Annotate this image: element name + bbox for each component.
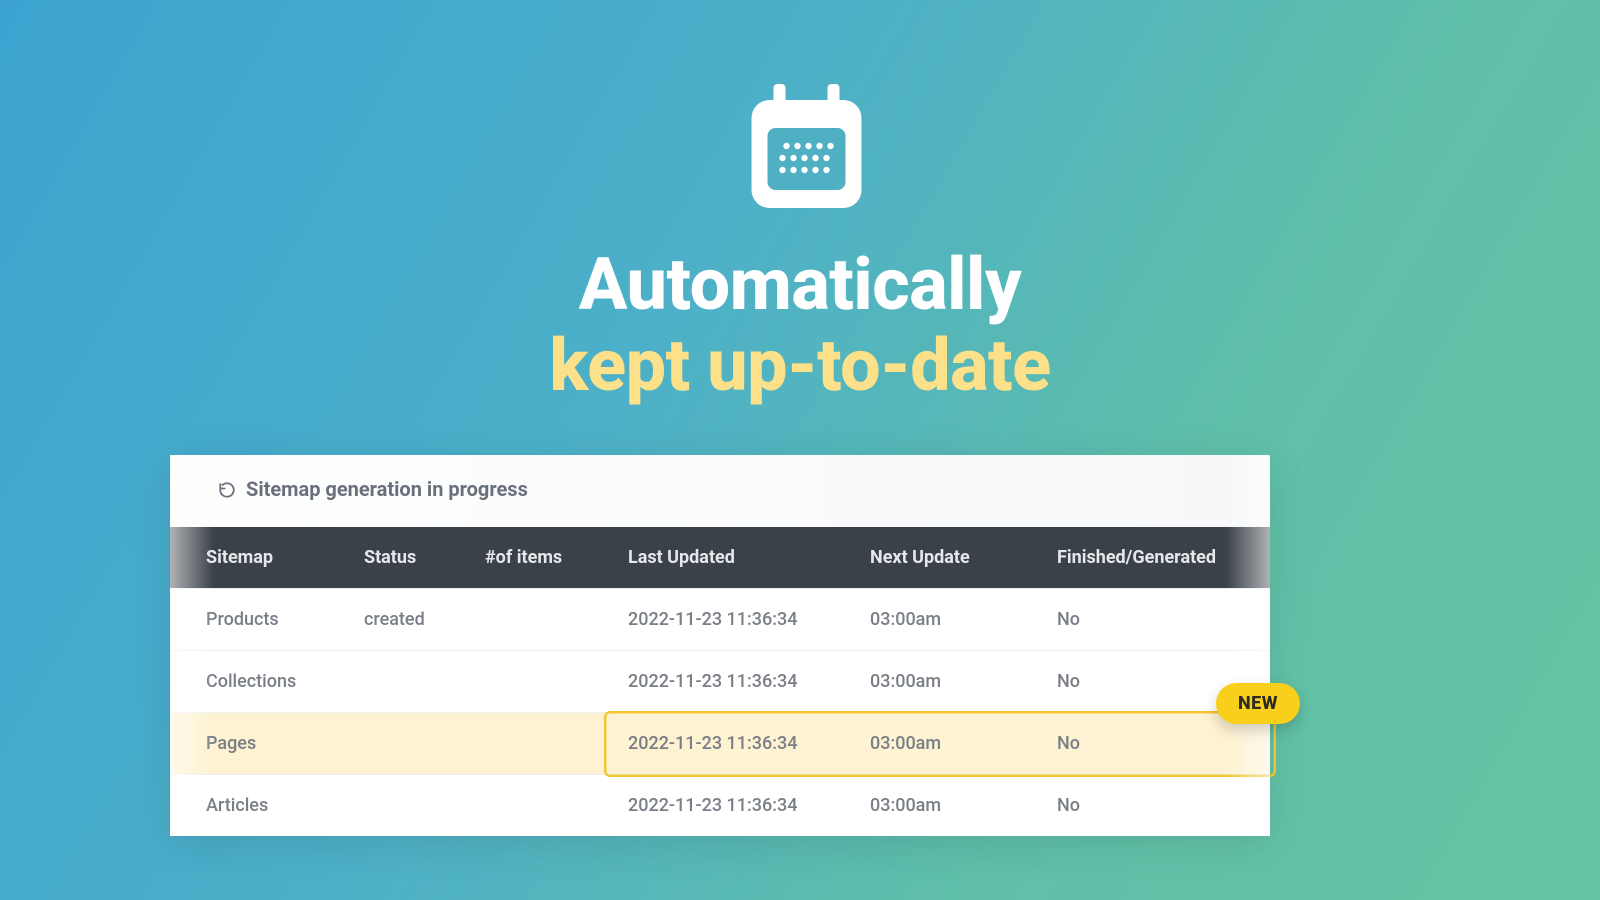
headline-line-1: Automatically <box>0 245 1600 326</box>
cell-status <box>346 651 467 713</box>
cell-last-updated: 2022-11-23 11:36:34 <box>610 589 852 651</box>
status-bar: Sitemap generation in progress <box>170 455 1270 527</box>
cell-items <box>467 651 610 713</box>
cell-finished: No <box>1039 775 1270 837</box>
cell-last-updated: 2022-11-23 11:36:34 <box>610 713 852 775</box>
table-row: Articles 2022-11-23 11:36:3403:00amNo <box>170 775 1270 837</box>
hero-headline: Automatically kept up-to-date <box>0 245 1600 406</box>
cell-next-update: 03:00am <box>852 651 1039 713</box>
cell-sitemap: Collections <box>170 651 346 713</box>
cell-finished: No <box>1039 589 1270 651</box>
headline-line-2: kept up-to-date <box>0 326 1600 407</box>
table-row: Collections2022-11-23 11:36:3403:00amNo <box>170 651 1270 713</box>
table-row: Productscreated 2022-11-23 11:36:3403:00a… <box>170 589 1270 651</box>
cell-next-update: 03:00am <box>852 713 1039 775</box>
table-row: Pages2022-11-23 11:36:3403:00amNo <box>170 713 1270 775</box>
cell-sitemap: Products <box>170 589 346 651</box>
cell-sitemap: Articles <box>170 775 346 837</box>
sitemap-panel: Sitemap generation in progress Sitemap S… <box>170 455 1270 836</box>
cell-next-update: 03:00am <box>852 589 1039 651</box>
cell-last-updated: 2022-11-23 11:36:34 <box>610 651 852 713</box>
cell-items <box>467 775 610 837</box>
sitemap-table: Sitemap Status #of items Last Updated Ne… <box>170 527 1270 836</box>
col-header-updated: Last Updated <box>610 527 852 589</box>
status-text: Sitemap generation in progress <box>246 477 528 501</box>
refresh-icon <box>218 480 236 498</box>
cell-items <box>467 713 610 775</box>
cell-status <box>346 775 467 837</box>
cell-items <box>467 589 610 651</box>
calendar-icon <box>742 78 872 222</box>
table-header-row: Sitemap Status #of items Last Updated Ne… <box>170 527 1270 589</box>
col-header-finished: Finished/Generated <box>1039 527 1270 589</box>
cell-status: created <box>346 589 467 651</box>
col-header-sitemap: Sitemap <box>170 527 346 589</box>
col-header-status: Status <box>346 527 467 589</box>
col-header-next: Next Update <box>852 527 1039 589</box>
cell-sitemap: Pages <box>170 713 346 775</box>
cell-next-update: 03:00am <box>852 775 1039 837</box>
cell-last-updated: 2022-11-23 11:36:34 <box>610 775 852 837</box>
new-badge: NEW <box>1216 683 1300 724</box>
cell-status <box>346 713 467 775</box>
col-header-items: #of items <box>467 527 610 589</box>
